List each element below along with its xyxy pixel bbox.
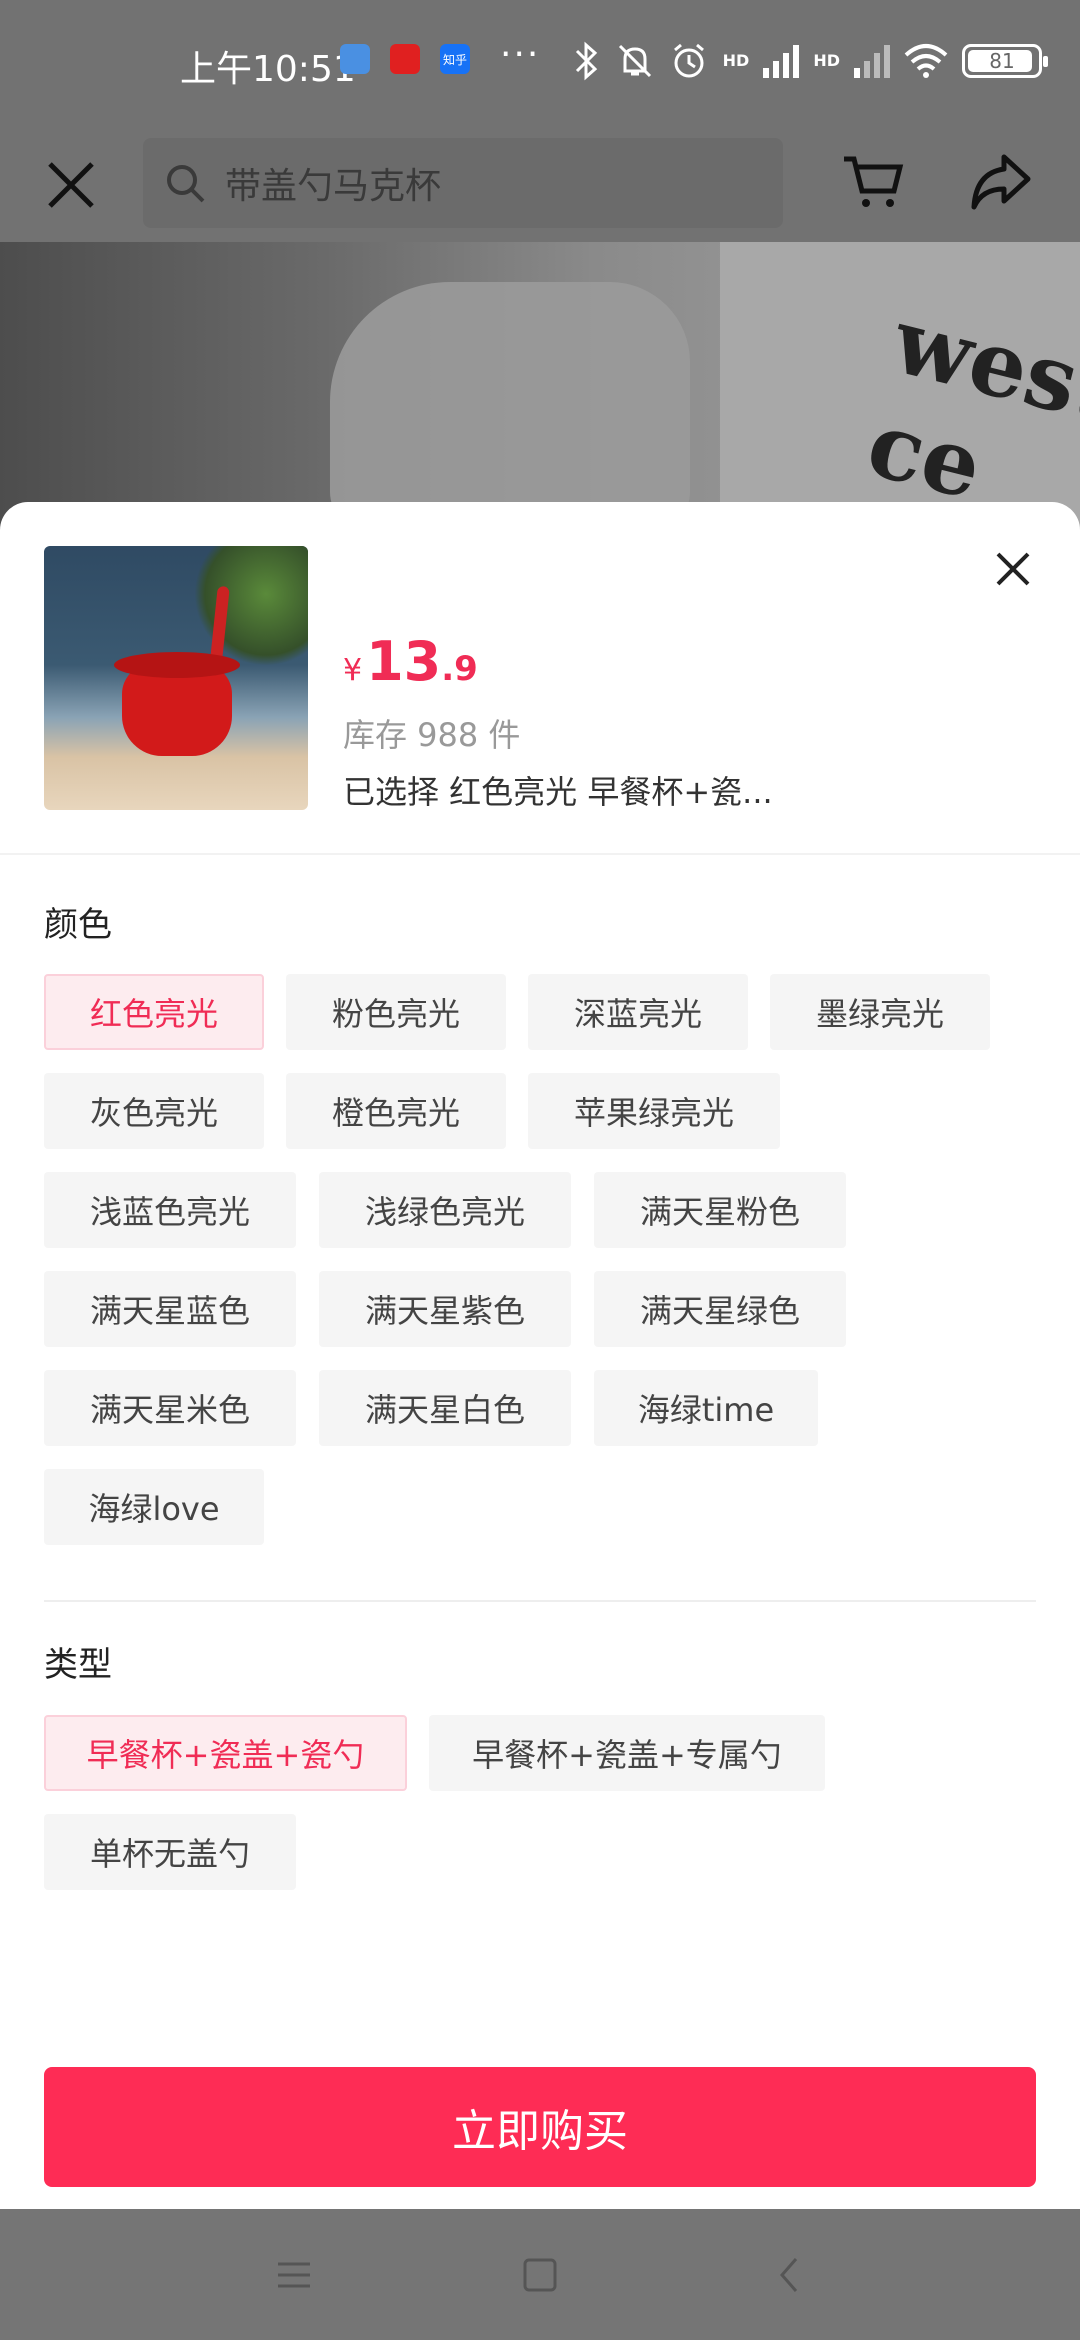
back-icon[interactable] — [770, 2255, 810, 2295]
hero-hand — [330, 282, 690, 532]
home-icon[interactable] — [520, 2255, 560, 2295]
color-option[interactable]: 满天星粉色 — [594, 1172, 846, 1248]
color-option[interactable]: 满天星绿色 — [594, 1271, 846, 1347]
stock-count: 库存 988 件 — [343, 716, 521, 754]
status-time: 上午10:51 — [180, 49, 356, 90]
price: ¥ 13 .9 — [343, 630, 478, 693]
type-option[interactable]: 早餐杯+瓷盖+专属勺 — [429, 1715, 825, 1791]
color-option[interactable]: 浅蓝色亮光 — [44, 1172, 296, 1248]
battery-icon: 81 — [962, 44, 1048, 78]
color-option[interactable]: 粉色亮光 — [286, 974, 506, 1050]
status-bar: 上午10:51 知乎 ··· HD HD 81 — [0, 0, 1080, 125]
alarm-icon — [673, 43, 704, 78]
price-integer: 13 — [366, 630, 442, 693]
system-nav-bar — [0, 2209, 1080, 2340]
divider — [44, 1600, 1036, 1602]
signal-hd-label-2: HD — [813, 51, 840, 70]
cart-icon[interactable] — [840, 149, 906, 215]
price-symbol: ¥ — [343, 653, 363, 688]
color-option[interactable]: 苹果绿亮光 — [528, 1073, 780, 1149]
more-notifications-icon: ··· — [500, 34, 541, 75]
share-icon[interactable] — [968, 149, 1034, 215]
status-indicators: HD HD 81 — [573, 38, 1048, 84]
menu-icon[interactable] — [274, 2255, 314, 2295]
buy-now-button[interactable]: 立即购买 — [44, 2067, 1036, 2187]
color-option[interactable]: 满天星米色 — [44, 1370, 296, 1446]
color-option[interactable]: 满天星紫色 — [319, 1271, 571, 1347]
type-section-title: 类型 — [44, 1645, 112, 1685]
thumb-lid — [114, 652, 240, 678]
type-option[interactable]: 早餐杯+瓷盖+瓷勺 — [44, 1715, 407, 1791]
top-nav-bar: 带盖勺马克杯 — [0, 125, 1080, 242]
color-option[interactable]: 浅绿色亮光 — [319, 1172, 571, 1248]
color-option[interactable]: 海绿love — [44, 1469, 264, 1545]
color-option[interactable]: 灰色亮光 — [44, 1073, 264, 1149]
wifi-icon — [904, 44, 948, 78]
close-icon[interactable] — [44, 158, 98, 212]
baidu-netdisk-icon — [340, 44, 370, 74]
color-section-title: 颜色 — [44, 905, 112, 945]
color-option[interactable]: 海绿time — [594, 1370, 818, 1446]
color-option[interactable]: 橙色亮光 — [286, 1073, 506, 1149]
bluetooth-icon — [575, 41, 597, 81]
divider — [0, 853, 1080, 855]
price-decimal: .9 — [441, 649, 478, 689]
signal-icon-2 — [854, 45, 890, 78]
product-thumbnail[interactable] — [44, 546, 308, 810]
jd-icon — [390, 44, 420, 74]
color-option[interactable]: 红色亮光 — [44, 974, 264, 1050]
search-icon — [167, 165, 205, 203]
color-option[interactable]: 墨绿亮光 — [770, 974, 990, 1050]
sku-selector-sheet: ¥ 13 .9 库存 988 件 已选择 红色亮光 早餐杯+瓷... 颜色 红色… — [0, 502, 1080, 2209]
product-hero-image: west ce — [0, 242, 1080, 542]
color-option[interactable]: 满天星白色 — [319, 1370, 571, 1446]
zhihu-icon: 知乎 — [440, 44, 470, 74]
color-option[interactable]: 深蓝亮光 — [528, 974, 748, 1050]
search-bar[interactable]: 带盖勺马克杯 — [143, 138, 783, 228]
selected-summary: 已选择 红色亮光 早餐杯+瓷... — [343, 773, 773, 811]
type-option[interactable]: 单杯无盖勺 — [44, 1814, 296, 1890]
signal-hd-label: HD — [722, 51, 750, 70]
battery-level: 81 — [989, 49, 1015, 73]
mute-bell-icon — [618, 44, 651, 78]
signal-icon — [763, 45, 800, 78]
color-option[interactable]: 满天星蓝色 — [44, 1271, 296, 1347]
sheet-close-icon[interactable] — [990, 546, 1036, 592]
search-input[interactable]: 带盖勺马克杯 — [225, 157, 441, 209]
